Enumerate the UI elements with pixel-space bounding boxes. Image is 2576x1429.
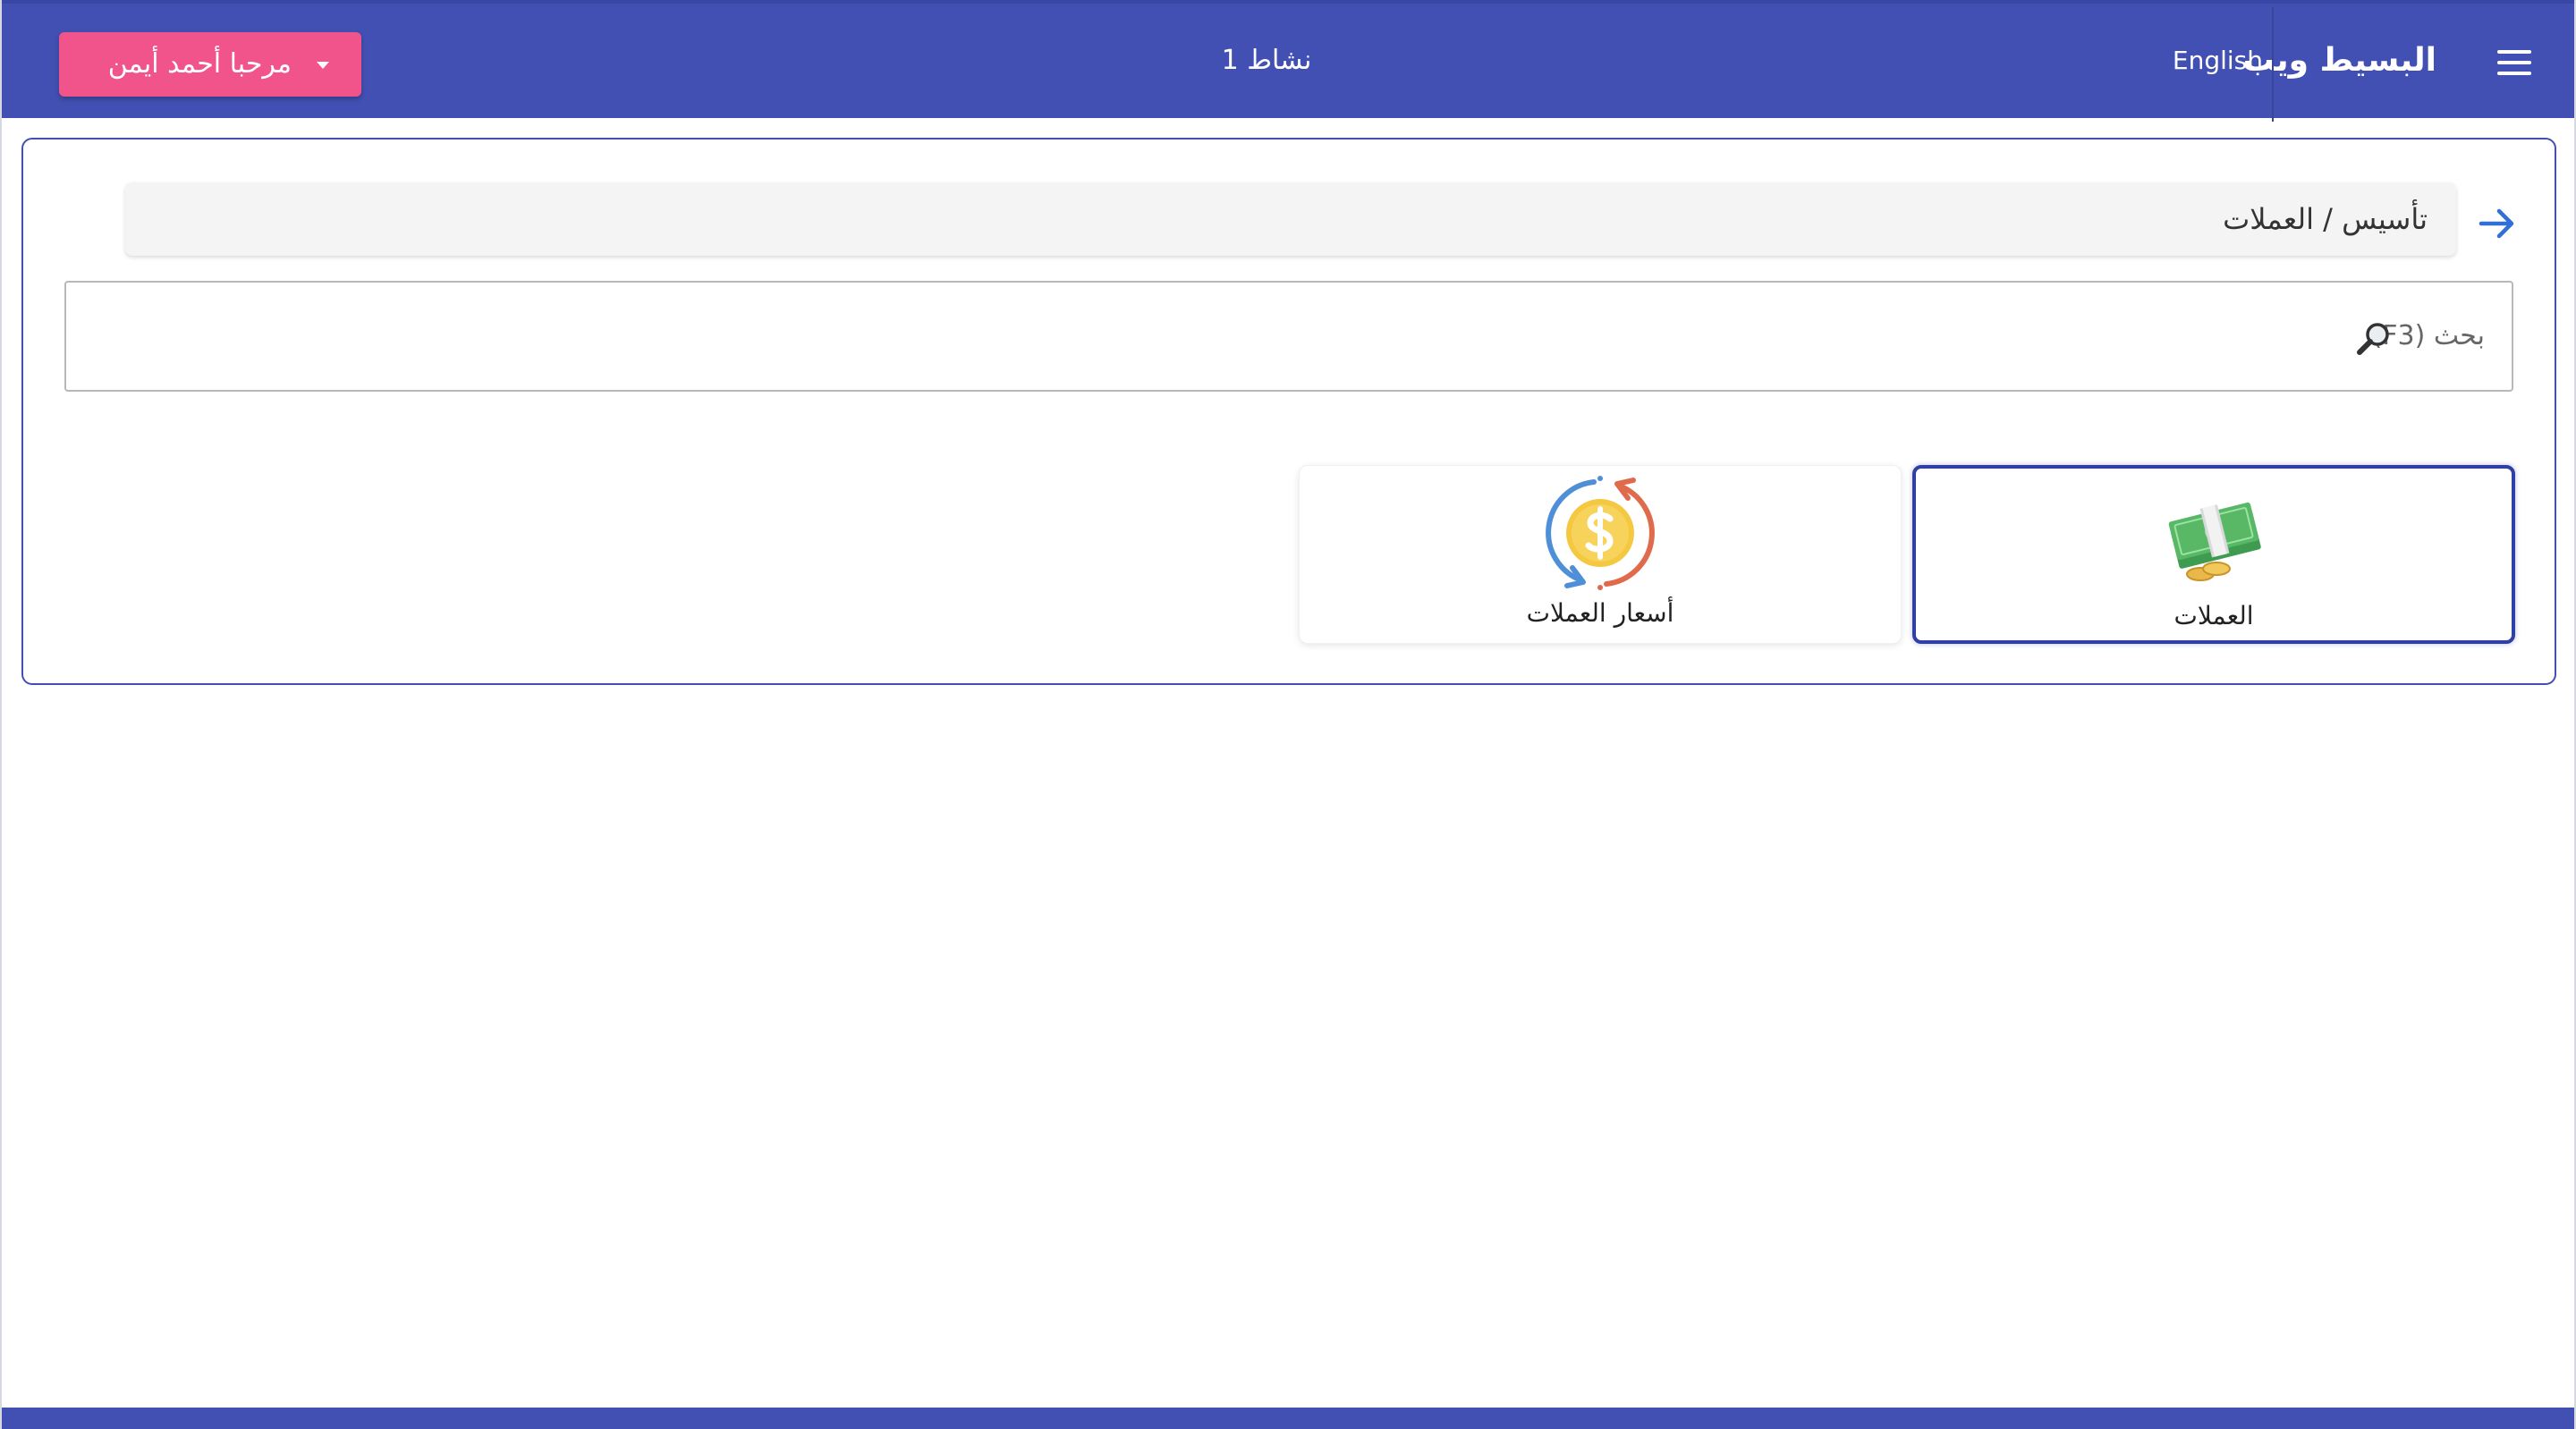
tile-currencies-label: العملات: [2174, 601, 2254, 630]
main-panel: تأسيس / العملات بحث (F3) العملات أسعار ا…: [21, 138, 2556, 685]
app-window: البسيط ويب English نشاط 1 مرحبا أحمد أيم…: [0, 0, 2576, 1429]
caret-down-icon: [317, 62, 329, 69]
tile-currency-rates[interactable]: أسعار العملات: [1299, 465, 1902, 644]
tile-currencies[interactable]: العملات: [1912, 465, 2515, 644]
money-stack-icon: [2168, 502, 2261, 581]
language-switch-link[interactable]: English: [2173, 43, 2263, 79]
breadcrumb-path: تأسيس / العملات: [2223, 202, 2428, 236]
top-app-bar: البسيط ويب English نشاط 1 مرحبا أحمد أيم…: [2, 0, 2574, 122]
tile-currency-rates-label: أسعار العملات: [1526, 598, 1674, 628]
user-greeting: مرحبا أحمد أيمن: [107, 48, 292, 80]
breadcrumb: تأسيس / العملات: [125, 182, 2456, 256]
user-menu-button[interactable]: مرحبا أحمد أيمن: [59, 32, 361, 97]
bottom-bar: [2, 1408, 2574, 1429]
search-field[interactable]: بحث (F3): [64, 281, 2513, 392]
header-divider: [2272, 7, 2274, 122]
hamburger-menu-icon[interactable]: [2497, 50, 2531, 77]
arrow-right-icon[interactable]: [2476, 202, 2519, 245]
currency-exchange-icon: [1546, 476, 1655, 590]
search-input[interactable]: [66, 283, 2512, 390]
activity-indicator[interactable]: نشاط 1: [1177, 41, 1356, 80]
